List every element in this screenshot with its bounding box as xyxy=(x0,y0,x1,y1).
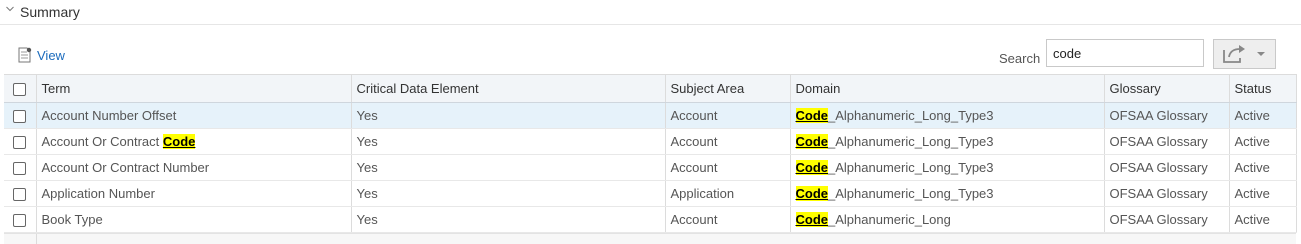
view-icon xyxy=(18,47,32,63)
domain-text: _Alphanumeric_Long_Type3 xyxy=(828,186,994,201)
critical-data-element-cell: Yes xyxy=(351,128,666,155)
domain-text: _Alphanumeric_Long_Type3 xyxy=(828,160,994,175)
term-text: Application Number xyxy=(41,186,155,201)
row-select-cell xyxy=(4,128,37,155)
row-checkbox[interactable] xyxy=(13,136,27,150)
row-checkbox[interactable] xyxy=(13,162,27,176)
domain-cell: Code_Alphanumeric_Long xyxy=(790,206,1105,233)
table-row[interactable]: Book Type Yes Account Code_Alphanumeric_… xyxy=(4,206,1297,233)
domain-cell: Code_Alphanumeric_Long_Type3 xyxy=(790,128,1105,155)
table-row[interactable]: Application Number Yes Application Code_… xyxy=(4,180,1297,207)
view-button[interactable]: View xyxy=(17,47,65,63)
select-all-cell xyxy=(4,74,37,103)
column-header-term[interactable]: Term xyxy=(36,74,352,103)
glossary-cell: OFSAA Glossary xyxy=(1104,128,1230,155)
toolbar: View Search xyxy=(0,39,1301,72)
export-button[interactable] xyxy=(1213,39,1276,69)
critical-data-element-cell: Yes xyxy=(351,180,666,207)
term-text: Account Or Contract Number xyxy=(41,160,210,175)
subject-area-cell: Account xyxy=(665,128,791,155)
term-text: Account Number Offset xyxy=(41,108,177,123)
select-all-checkbox[interactable] xyxy=(13,83,27,97)
summary-header[interactable]: Summary xyxy=(0,0,1301,25)
row-checkbox[interactable] xyxy=(13,188,27,202)
domain-text: _Alphanumeric_Long_Type3 xyxy=(828,108,994,123)
row-select-cell xyxy=(4,206,37,233)
domain-match-highlight: Code xyxy=(795,108,828,123)
term-match-highlight: Code xyxy=(162,134,196,149)
critical-data-element-cell: Yes xyxy=(351,154,666,181)
row-select-cell xyxy=(4,154,37,181)
status-cell: Active xyxy=(1229,206,1297,233)
search-input[interactable] xyxy=(1046,39,1204,67)
domain-cell: Code_Alphanumeric_Long_Type3 xyxy=(790,102,1105,129)
table-empty-area xyxy=(4,233,1296,244)
subject-area-cell: Application xyxy=(665,180,791,207)
column-header-critical-data-element[interactable]: Critical Data Element xyxy=(351,74,666,103)
term-cell: Application Number xyxy=(36,180,352,207)
term-text: Book Type xyxy=(41,212,103,227)
domain-match-highlight: Code xyxy=(795,134,828,149)
caret-down-icon xyxy=(1256,52,1265,56)
column-header-domain[interactable]: Domain xyxy=(790,74,1105,103)
search-label: Search xyxy=(999,51,1041,66)
row-select-cell xyxy=(4,102,37,129)
table-row[interactable]: Account Or Contract Code Yes Account Cod… xyxy=(4,128,1297,155)
term-cell: Account Or Contract Number xyxy=(36,154,352,181)
table-row[interactable]: Account Or Contract Number Yes Account C… xyxy=(4,154,1297,181)
domain-match-highlight: Code xyxy=(795,212,828,227)
export-icon xyxy=(1222,45,1245,63)
domain-text: _Alphanumeric_Long_Type3 xyxy=(828,134,994,149)
status-cell: Active xyxy=(1229,180,1297,207)
domain-cell: Code_Alphanumeric_Long_Type3 xyxy=(790,180,1105,207)
term-text: Account Or Contract xyxy=(41,134,163,149)
glossary-cell: OFSAA Glossary xyxy=(1104,180,1230,207)
domain-match-highlight: Code xyxy=(795,160,828,175)
glossary-table: Term Critical Data Element Subject Area … xyxy=(4,74,1297,233)
row-checkbox[interactable] xyxy=(13,214,27,228)
domain-text: _Alphanumeric_Long xyxy=(828,212,951,227)
row-checkbox[interactable] xyxy=(13,110,27,124)
domain-match-highlight: Code xyxy=(795,186,828,201)
status-cell: Active xyxy=(1229,128,1297,155)
term-cell: Book Type xyxy=(36,206,352,233)
status-cell: Active xyxy=(1229,154,1297,181)
glossary-cell: OFSAA Glossary xyxy=(1104,206,1230,233)
term-cell: Account Or Contract Code xyxy=(36,128,352,155)
term-cell: Account Number Offset xyxy=(36,102,352,129)
subject-area-cell: Account xyxy=(665,102,791,129)
column-header-subject-area[interactable]: Subject Area xyxy=(665,74,791,103)
column-header-status[interactable]: Status xyxy=(1229,74,1297,103)
subject-area-cell: Account xyxy=(665,154,791,181)
table-row[interactable]: Account Number Offset Yes Account Code_A… xyxy=(4,102,1297,129)
glossary-cell: OFSAA Glossary xyxy=(1104,154,1230,181)
domain-cell: Code_Alphanumeric_Long_Type3 xyxy=(790,154,1105,181)
column-header-glossary[interactable]: Glossary xyxy=(1104,74,1230,103)
glossary-cell: OFSAA Glossary xyxy=(1104,102,1230,129)
view-label: View xyxy=(37,47,65,63)
critical-data-element-cell: Yes xyxy=(351,102,666,129)
critical-data-element-cell: Yes xyxy=(351,206,666,233)
row-select-cell xyxy=(4,180,37,207)
status-cell: Active xyxy=(1229,102,1297,129)
summary-title: Summary xyxy=(20,4,80,20)
subject-area-cell: Account xyxy=(665,206,791,233)
chevron-down-icon[interactable] xyxy=(6,5,14,13)
table-header-row: Term Critical Data Element Subject Area … xyxy=(4,74,1297,103)
